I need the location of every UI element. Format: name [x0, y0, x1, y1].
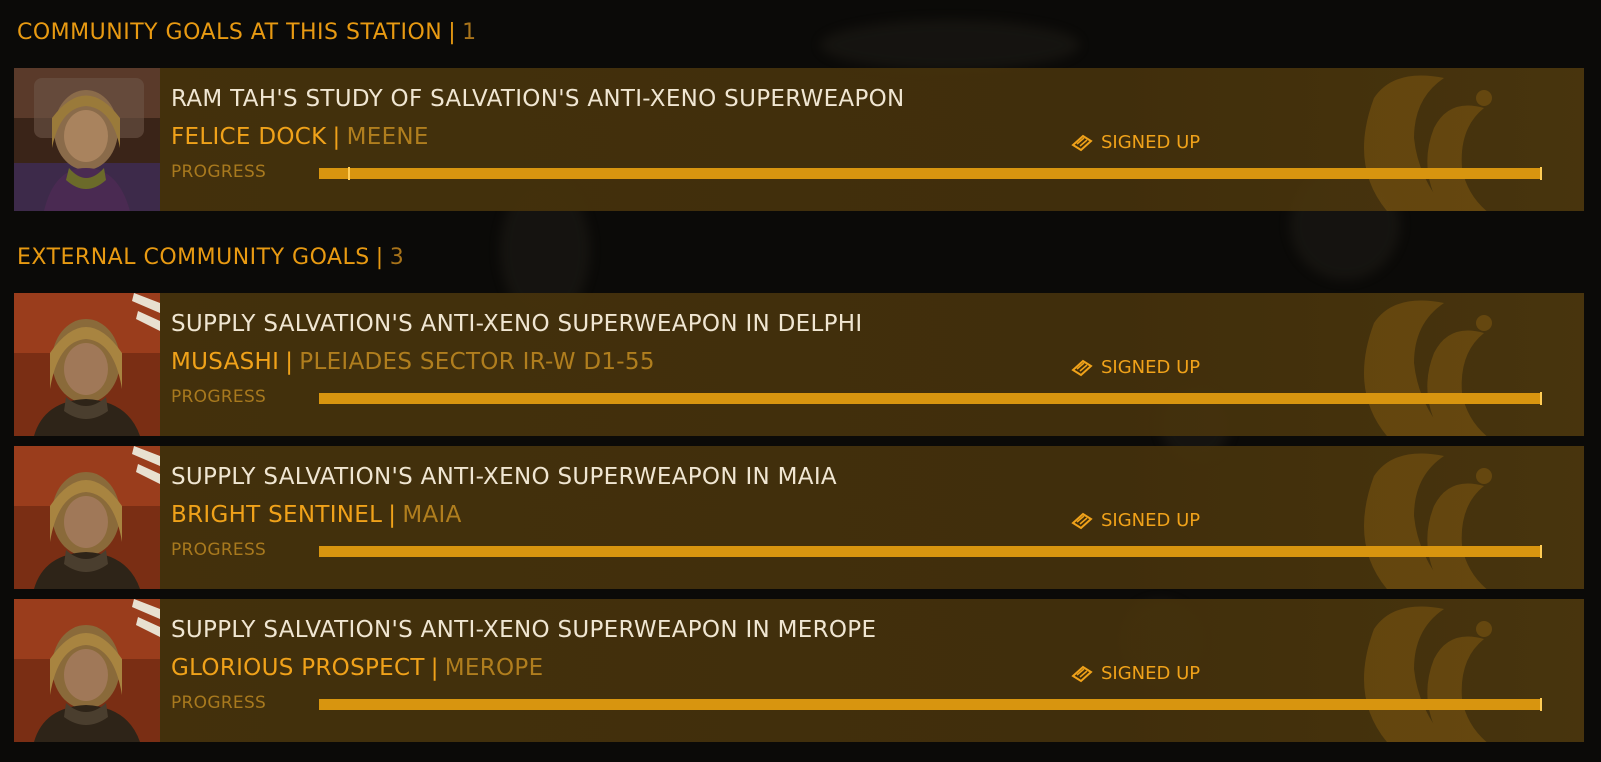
goal-card[interactable]: SUPPLY SALVATION'S ANTI-XENO SUPERWEAPON… [14, 293, 1584, 436]
background-bokeh [820, 20, 1080, 70]
progress-fill [319, 699, 1540, 710]
goal-card[interactable]: SUPPLY SALVATION'S ANTI-XENO SUPERWEAPON… [14, 446, 1584, 589]
signed-up-status: SIGNED UP [1071, 357, 1200, 378]
goal-station: BRIGHT SENTINEL [171, 502, 383, 528]
progress-bar [319, 392, 1542, 405]
aegis-officer-portrait [14, 599, 160, 742]
faction-emblem-watermark [1364, 453, 1492, 589]
location-separator: | [430, 655, 439, 681]
aegis-officer-portrait [14, 293, 160, 436]
goal-title: SUPPLY SALVATION'S ANTI-XENO SUPERWEAPON… [171, 464, 837, 490]
signed-up-status: SIGNED UP [1071, 663, 1200, 684]
progress-fill [319, 393, 1540, 404]
external-goals-title: EXTERNAL COMMUNITY GOALS [17, 245, 370, 270]
faction-emblem-watermark [1364, 300, 1492, 436]
progress-marker [348, 167, 351, 180]
goal-card[interactable]: RAM TAH'S STUDY OF SALVATION'S ANTI-XENO… [14, 68, 1584, 211]
location-separator: | [388, 502, 397, 528]
progress-end-marker [1540, 167, 1542, 180]
goal-system: MEENE [346, 124, 429, 150]
signed-up-label: SIGNED UP [1101, 132, 1201, 153]
signed-up-label: SIGNED UP [1101, 357, 1201, 378]
station-goals-title: COMMUNITY GOALS AT THIS STATION [17, 20, 443, 45]
signed-up-icon [1071, 134, 1093, 151]
external-goals-count: 3 [389, 245, 405, 270]
goal-system: MAIA [402, 502, 462, 528]
progress-end-marker [1540, 698, 1542, 711]
progress-label: PROGRESS [171, 693, 267, 713]
signed-up-label: SIGNED UP [1101, 510, 1201, 531]
header-separator: | [375, 245, 384, 270]
goal-title: SUPPLY SALVATION'S ANTI-XENO SUPERWEAPON… [171, 311, 863, 337]
goal-location: BRIGHT SENTINEL | MAIA [171, 502, 462, 528]
signed-up-label: SIGNED UP [1101, 663, 1201, 684]
external-goals-header: EXTERNAL COMMUNITY GOALS | 3 [17, 245, 404, 270]
progress-bar [319, 698, 1542, 711]
location-separator: | [332, 124, 341, 150]
aegis-officer-portrait [14, 446, 160, 589]
goal-location: GLORIOUS PROSPECT | MEROPE [171, 655, 543, 681]
signed-up-icon [1071, 359, 1093, 376]
header-separator: | [448, 20, 457, 45]
progress-fill [319, 546, 1540, 557]
ram-tah-portrait [14, 68, 160, 211]
goal-system: MEROPE [444, 655, 544, 681]
goal-station: GLORIOUS PROSPECT [171, 655, 425, 681]
station-goals-header: COMMUNITY GOALS AT THIS STATION | 1 [17, 20, 477, 45]
goal-station: FELICE DOCK [171, 124, 327, 150]
progress-bar [319, 545, 1542, 558]
progress-label: PROGRESS [171, 162, 267, 182]
goal-location: FELICE DOCK | MEENE [171, 124, 429, 150]
signed-up-status: SIGNED UP [1071, 132, 1200, 153]
station-goals-count: 1 [462, 20, 477, 45]
progress-label: PROGRESS [171, 387, 267, 407]
faction-emblem-watermark [1364, 606, 1492, 742]
progress-label: PROGRESS [171, 540, 267, 560]
goal-location: MUSASHI | PLEIADES SECTOR IR-W D1-55 [171, 349, 655, 375]
goal-card[interactable]: SUPPLY SALVATION'S ANTI-XENO SUPERWEAPON… [14, 599, 1584, 742]
goal-station: MUSASHI [171, 349, 280, 375]
signed-up-icon [1071, 665, 1093, 682]
location-separator: | [285, 349, 294, 375]
faction-emblem-watermark [1364, 75, 1492, 211]
goal-title: RAM TAH'S STUDY OF SALVATION'S ANTI-XENO… [171, 86, 905, 112]
signed-up-status: SIGNED UP [1071, 510, 1200, 531]
progress-end-marker [1540, 392, 1542, 405]
progress-end-marker [1540, 545, 1542, 558]
goal-system: PLEIADES SECTOR IR-W D1-55 [299, 349, 655, 375]
progress-bar [319, 167, 1542, 180]
progress-fill [319, 168, 1540, 179]
signed-up-icon [1071, 512, 1093, 529]
goal-title: SUPPLY SALVATION'S ANTI-XENO SUPERWEAPON… [171, 617, 877, 643]
